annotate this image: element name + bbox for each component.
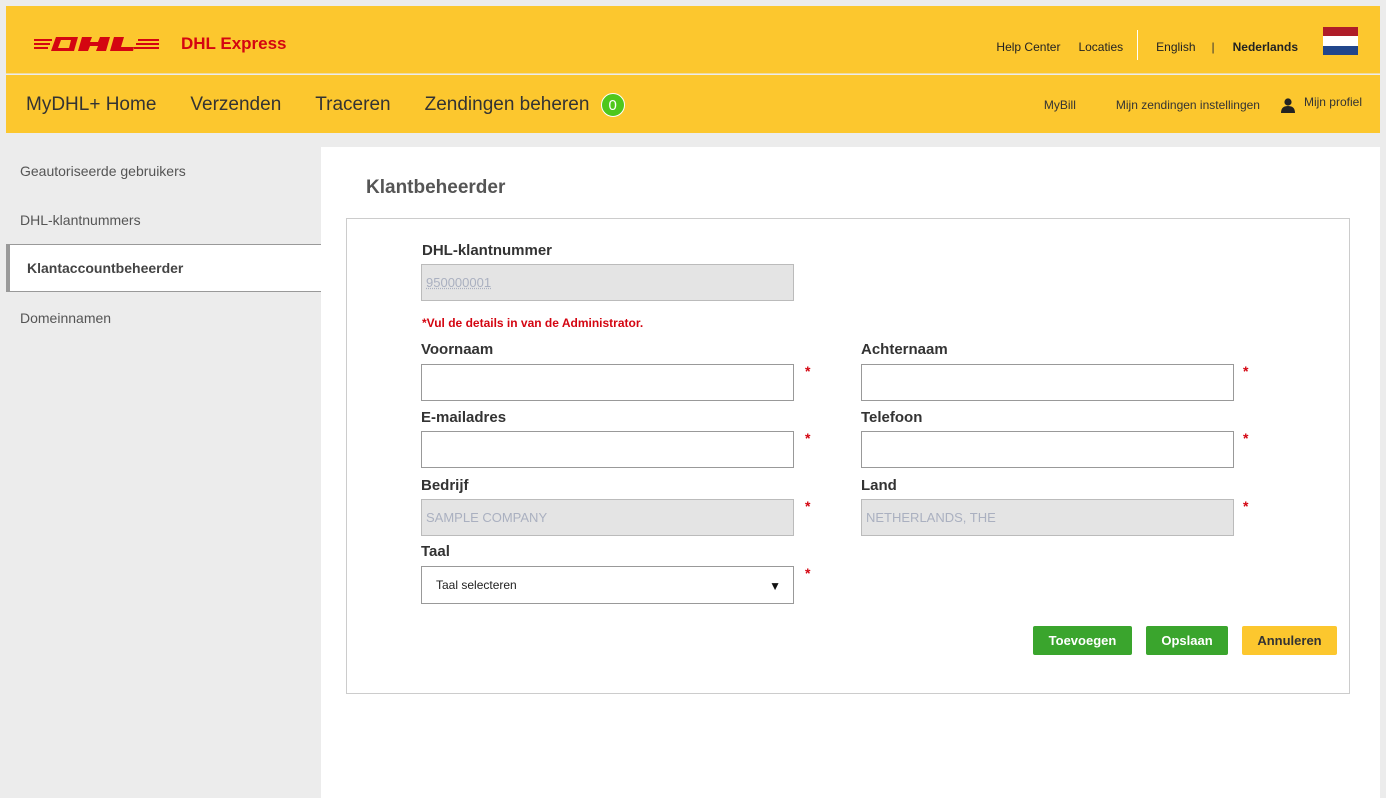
page-title: Klantbeheerder <box>366 177 506 198</box>
last-name-label: Achternaam <box>861 341 948 358</box>
language-label: Taal <box>421 543 450 560</box>
first-name-label: Voornaam <box>421 341 494 358</box>
count-badge: 0 <box>600 93 625 117</box>
phone-field[interactable] <box>861 431 1234 468</box>
dhl-logo-icon <box>34 37 159 51</box>
main-content: Klantbeheerder DHL-klantnummer 950000001… <box>321 147 1380 798</box>
netherlands-flag-icon[interactable] <box>1323 27 1358 55</box>
required-details-warning: *Vul de details in van de Administrator. <box>422 316 644 330</box>
person-icon[interactable] <box>1280 97 1296 113</box>
language-separator: | <box>1211 40 1215 54</box>
required-mark: * <box>805 430 811 446</box>
language-english-link[interactable]: English <box>1156 40 1195 54</box>
language-select-value: Taal selecteren <box>436 578 517 592</box>
account-number-field: 950000001 <box>421 264 794 301</box>
dhl-logo[interactable]: DHL Express <box>34 34 287 54</box>
main-nav: MyDHL+ Home Verzenden Traceren Zendingen… <box>6 75 1380 133</box>
company-label: Bedrijf <box>421 477 469 494</box>
required-mark: * <box>805 363 811 379</box>
nav-mybill[interactable]: MyBill <box>1044 98 1076 112</box>
sidebar-item-klantaccountbeheerder[interactable]: Klantaccountbeheerder <box>6 244 321 292</box>
email-label: E-mailadres <box>421 409 507 426</box>
nav-zendingen-beheren-label: Zendingen beheren <box>424 94 590 116</box>
nav-traceren[interactable]: Traceren <box>315 94 390 116</box>
utility-links: Help Center Locaties English | Nederland… <box>978 30 1298 60</box>
first-name-field[interactable] <box>421 364 794 401</box>
company-field: SAMPLE COMPANY <box>421 499 794 536</box>
language-select[interactable]: Taal selecteren ▼ <box>421 566 794 604</box>
required-mark: * <box>805 498 811 514</box>
sidebar-item-label: Klantaccountbeheerder <box>27 260 184 276</box>
cancel-button[interactable]: Annuleren <box>1242 626 1337 655</box>
required-mark: * <box>1243 430 1249 446</box>
add-button[interactable]: Toevoegen <box>1033 626 1132 655</box>
required-mark: * <box>805 565 811 581</box>
language-nederlands-link[interactable]: Nederlands <box>1233 40 1298 54</box>
admin-form-panel: DHL-klantnummer 950000001 *Vul de detail… <box>346 218 1350 694</box>
required-mark: * <box>1243 498 1249 514</box>
sidebar-item-geautoriseerde-gebruikers[interactable]: Geautoriseerde gebruikers <box>20 163 186 179</box>
account-number-label: DHL-klantnummer <box>422 242 553 259</box>
brand-name: DHL Express <box>181 34 287 53</box>
nav-shipment-settings[interactable]: Mijn zendingen instellingen <box>1116 98 1260 112</box>
sidebar-item-dhl-klantnummers[interactable]: DHL-klantnummers <box>20 212 141 228</box>
save-button[interactable]: Opslaan <box>1146 626 1228 655</box>
divider <box>1137 30 1139 60</box>
last-name-field[interactable] <box>861 364 1234 401</box>
country-field: NETHERLANDS, THE <box>861 499 1234 536</box>
nav-verzenden[interactable]: Verzenden <box>190 94 281 116</box>
phone-label: Telefoon <box>861 409 923 426</box>
top-header: DHL Express Help Center Locaties English… <box>6 6 1380 74</box>
caret-down-icon: ▼ <box>769 579 781 593</box>
sidebar-item-domeinnamen[interactable]: Domeinnamen <box>20 310 111 326</box>
nav-my-profile[interactable]: Mijn profiel <box>1304 95 1362 109</box>
locaties-link[interactable]: Locaties <box>1078 40 1123 54</box>
help-center-link[interactable]: Help Center <box>996 40 1060 54</box>
email-field[interactable] <box>421 431 794 468</box>
country-label: Land <box>861 477 897 494</box>
required-mark: * <box>1243 363 1249 379</box>
nav-home[interactable]: MyDHL+ Home <box>26 94 156 116</box>
nav-zendingen-beheren[interactable]: Zendingen beheren 0 <box>425 93 625 117</box>
sidebar: Geautoriseerde gebruikers DHL-klantnumme… <box>6 147 321 798</box>
